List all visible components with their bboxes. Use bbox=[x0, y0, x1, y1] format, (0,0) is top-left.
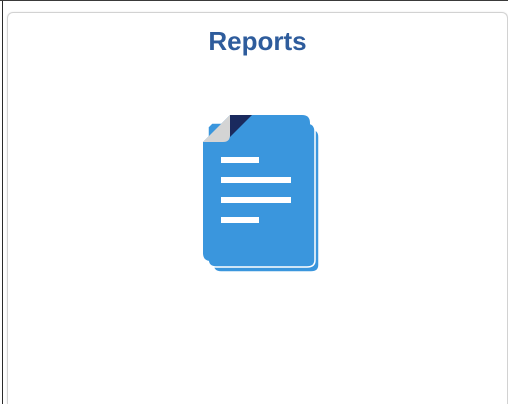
tile-title: Reports bbox=[208, 26, 307, 56]
screen: Reports bbox=[0, 0, 508, 404]
reports-document-stack-icon bbox=[203, 115, 320, 273]
window-edge bbox=[2, 1, 3, 404]
reports-tile[interactable]: Reports bbox=[7, 12, 508, 404]
